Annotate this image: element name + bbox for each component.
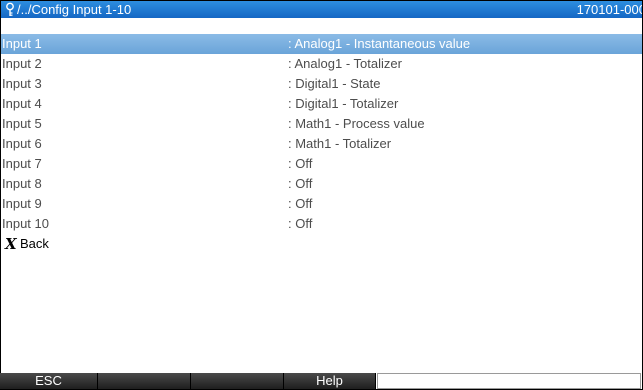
input-label: Input 3 (2, 76, 42, 91)
input-label: Input 10 (2, 216, 49, 231)
softkey-bar: ESC Help (0, 373, 641, 389)
input-label: Input 1 (2, 36, 42, 51)
back-x-icon: X (5, 235, 17, 253)
input-row-5[interactable]: Input 5 : Math1 - Process value (1, 114, 642, 134)
input-label: Input 5 (2, 116, 42, 131)
input-label: Input 2 (2, 56, 42, 71)
input-value: : Off (288, 196, 313, 211)
input-row-10[interactable]: Input 10 : Off (1, 214, 642, 234)
input-label: Input 4 (2, 96, 42, 111)
input-value: : Off (288, 216, 313, 231)
input-row-9[interactable]: Input 9 : Off (1, 194, 642, 214)
device-screen: /../Config Input 1-10 170101-000 Input 1… (0, 0, 643, 390)
title-bar: /../Config Input 1-10 170101-000 (1, 1, 642, 18)
input-row-2[interactable]: Input 2 : Analog1 - Totalizer (1, 54, 642, 74)
softkey-5[interactable] (377, 373, 641, 389)
input-row-6[interactable]: Input 6 : Math1 - Totalizer (1, 134, 642, 154)
softkey-2[interactable] (98, 373, 191, 389)
input-row-8[interactable]: Input 8 : Off (1, 174, 642, 194)
input-value: : Analog1 - Totalizer (288, 56, 402, 71)
input-label: Input 8 (2, 176, 42, 191)
input-label: Input 9 (2, 196, 42, 211)
input-value: : Digital1 - State (288, 76, 381, 91)
input-value: : Off (288, 156, 313, 171)
esc-softkey[interactable]: ESC (0, 373, 98, 389)
help-softkey[interactable]: Help (284, 373, 376, 389)
device-id: 170101-000 (576, 2, 643, 17)
input-row-3[interactable]: Input 3 : Digital1 - State (1, 74, 642, 94)
back-label: Back (20, 236, 49, 251)
input-value: : Off (288, 176, 313, 191)
input-value: : Digital1 - Totalizer (288, 96, 399, 111)
input-row-4[interactable]: Input 4 : Digital1 - Totalizer (1, 94, 642, 114)
input-row-1[interactable]: Input 1 : Analog1 - Instantaneous value (1, 34, 642, 54)
input-row-7[interactable]: Input 7 : Off (1, 154, 642, 174)
input-value: : Math1 - Process value (288, 116, 425, 131)
input-value: : Math1 - Totalizer (288, 136, 392, 151)
input-value: : Analog1 - Instantaneous value (288, 36, 471, 51)
menu-path: /../Config Input 1-10 (17, 2, 132, 17)
softkey-3[interactable] (191, 373, 284, 389)
input-label: Input 6 (2, 136, 42, 151)
key-icon (6, 2, 14, 16)
back-menu-item[interactable]: X Back (1, 234, 642, 254)
input-label: Input 7 (2, 156, 42, 171)
